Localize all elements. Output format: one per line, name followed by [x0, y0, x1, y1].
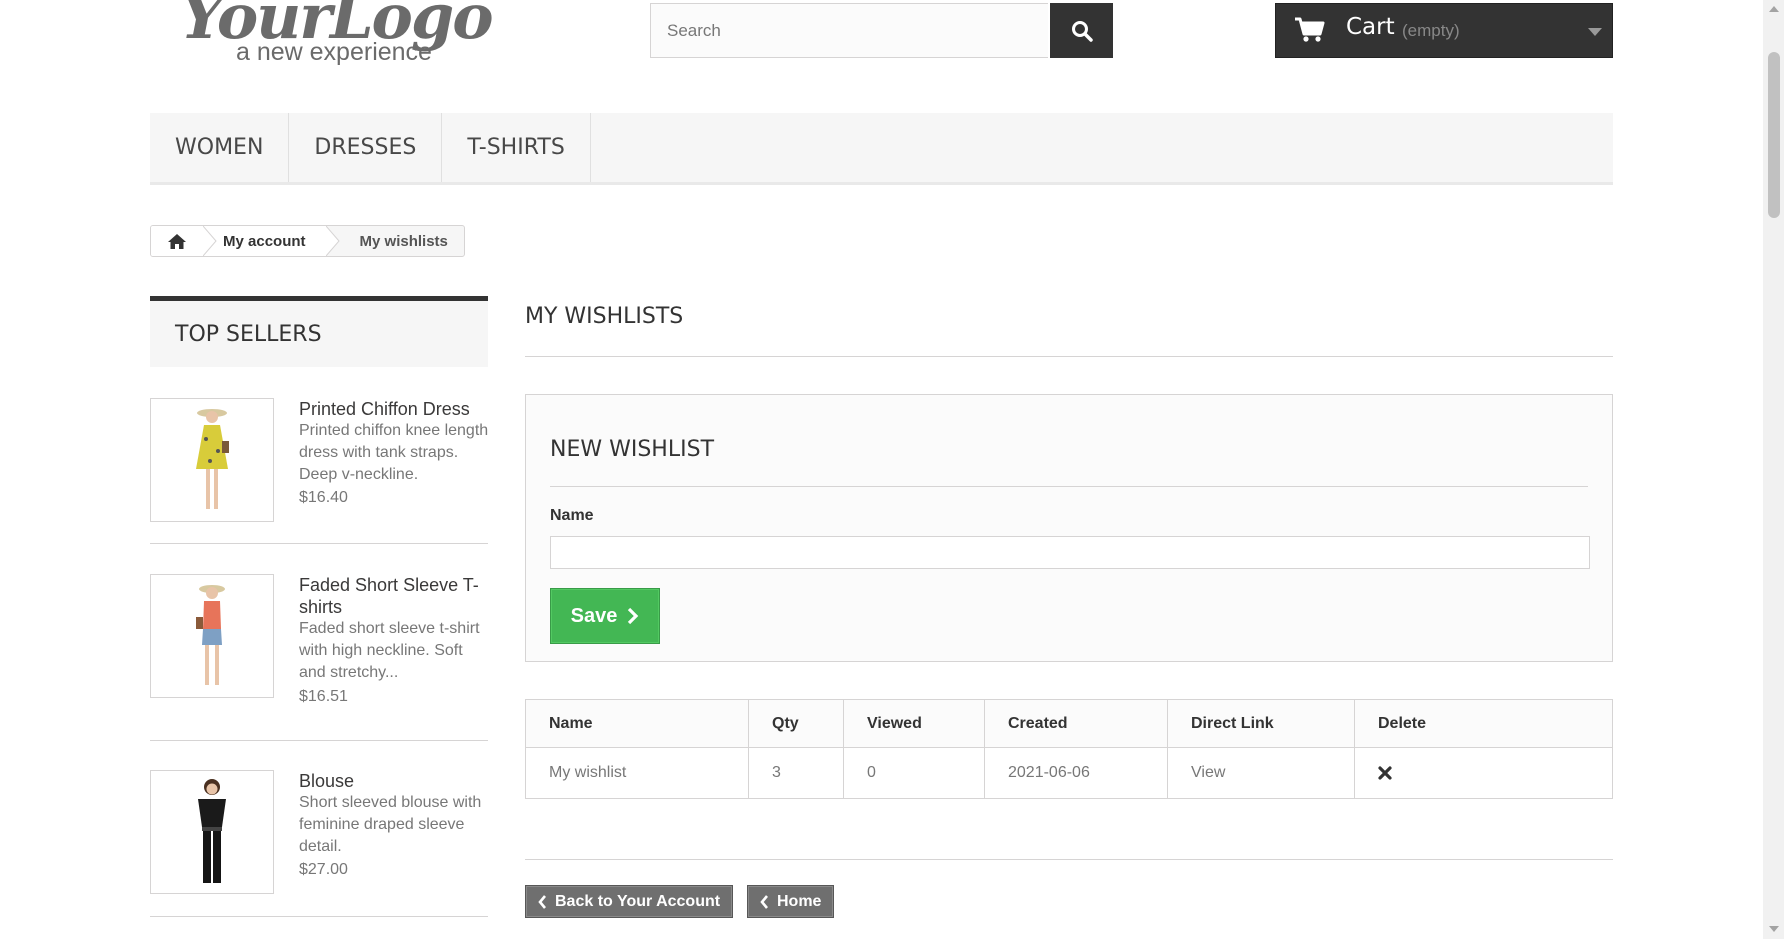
- breadcrumb-home[interactable]: [151, 226, 203, 256]
- menu-item-tshirts[interactable]: T-SHIRTS: [442, 113, 591, 182]
- scroll-down-icon[interactable]: [1769, 926, 1779, 932]
- divider: [150, 543, 488, 544]
- site-logo[interactable]: YourLogo a new experience: [150, 0, 540, 72]
- name-label: Name: [550, 507, 594, 524]
- scroll-thumb[interactable]: [1768, 52, 1780, 218]
- home-icon: [168, 233, 186, 249]
- home-button[interactable]: Home: [747, 885, 835, 918]
- scroll-up-icon[interactable]: [1769, 6, 1779, 12]
- product-price: $27.00: [299, 861, 348, 878]
- chevron-left-icon: [760, 894, 768, 909]
- divider: [525, 356, 1613, 357]
- menu-item-women[interactable]: WOMEN: [150, 113, 290, 182]
- wishlist-delete-cell: [1354, 747, 1613, 799]
- save-button[interactable]: Save: [550, 588, 660, 644]
- cart-icon: [1295, 17, 1325, 42]
- new-wishlist-form: NEW WISHLIST Name Save: [525, 394, 1613, 662]
- breadcrumb-separator: [203, 226, 217, 256]
- search-button[interactable]: [1050, 3, 1113, 58]
- search-box: [650, 3, 1048, 58]
- col-qty-header: Qty: [748, 699, 844, 748]
- logo-tagline: a new experience: [236, 38, 432, 66]
- chevron-right-icon: [628, 607, 639, 625]
- divider: [525, 859, 1613, 860]
- chevron-left-icon: [538, 894, 546, 909]
- product-name[interactable]: Blouse: [299, 770, 489, 792]
- divider: [150, 916, 488, 917]
- product-name[interactable]: Faded Short Sleeve T-shirts: [299, 574, 489, 618]
- breadcrumb-current: My wishlists: [359, 232, 448, 250]
- product-image[interactable]: [150, 398, 274, 522]
- save-button-label: Save: [570, 604, 618, 627]
- cart-label: Cart: [1346, 14, 1395, 40]
- vertical-scrollbar[interactable]: [1763, 0, 1784, 939]
- breadcrumb: My account My wishlists: [150, 225, 465, 257]
- col-viewed-header: Viewed: [843, 699, 985, 748]
- chevron-down-icon: [1588, 28, 1602, 36]
- wishlist-qty: 3: [748, 747, 844, 799]
- main-menu: WOMEN DRESSES T-SHIRTS: [150, 113, 1613, 185]
- col-created-header: Created: [984, 699, 1168, 748]
- divider: [550, 486, 1588, 487]
- home-label: Home: [777, 892, 822, 910]
- wishlist-viewed: 0: [843, 747, 985, 799]
- breadcrumb-my-account[interactable]: My account: [203, 226, 326, 256]
- blouse-model-image: [198, 779, 226, 883]
- wishlist-created: 2021-06-06: [984, 747, 1168, 799]
- cart-button[interactable]: Cart (empty): [1275, 3, 1613, 58]
- breadcrumb-separator: [325, 226, 340, 256]
- dress-model-image: [196, 409, 229, 509]
- wishlist-view-link[interactable]: View: [1167, 747, 1355, 799]
- new-wishlist-title: NEW WISHLIST: [550, 437, 715, 462]
- search-icon: [1071, 20, 1093, 42]
- tshirt-model-image: [196, 585, 225, 685]
- product-description: Printed chiffon knee length dress with t…: [299, 422, 489, 483]
- menu-item-dresses[interactable]: DRESSES: [289, 113, 443, 182]
- product-image[interactable]: [150, 574, 274, 698]
- wishlists-table: Name Qty Viewed Created Direct Link Dele…: [525, 699, 1613, 799]
- product-description: Short sleeved blouse with feminine drape…: [299, 794, 482, 855]
- wishlist-name-input[interactable]: [550, 536, 1590, 569]
- back-to-account-label: Back to Your Account: [555, 892, 721, 910]
- col-delete-header: Delete: [1354, 699, 1613, 748]
- product-image[interactable]: [150, 770, 274, 894]
- col-direct-link-header: Direct Link: [1167, 699, 1355, 748]
- search-input[interactable]: [651, 4, 1048, 57]
- top-sellers-title: TOP SELLERS: [150, 296, 488, 367]
- product-name[interactable]: Printed Chiffon Dress: [299, 398, 489, 420]
- divider: [150, 740, 488, 741]
- cart-status: (empty): [1402, 21, 1460, 40]
- col-name-header: Name: [525, 699, 749, 748]
- product-price: $16.40: [299, 489, 348, 506]
- table-row: My wishlist 3 0 2021-06-06 View: [525, 747, 1613, 799]
- back-to-account-button[interactable]: Back to Your Account: [525, 885, 734, 918]
- table-header-row: Name Qty Viewed Created Direct Link Dele…: [525, 699, 1613, 748]
- product-description: Faded short sleeve t-shirt with high nec…: [299, 620, 480, 681]
- delete-icon[interactable]: [1378, 766, 1392, 780]
- wishlist-name-link[interactable]: My wishlist: [525, 747, 749, 799]
- page-title: MY WISHLISTS: [525, 304, 684, 329]
- product-price: $16.51: [299, 688, 348, 705]
